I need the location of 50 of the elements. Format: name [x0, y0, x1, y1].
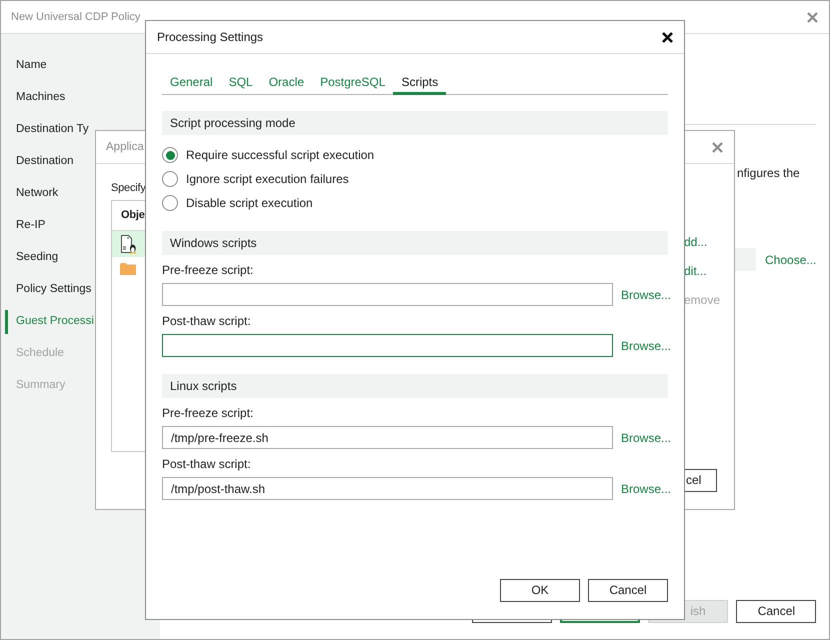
sidebar-item[interactable]: Machines — [5, 86, 66, 110]
window-title: Applica — [106, 140, 144, 155]
cancel-button[interactable]: Cancel — [588, 579, 668, 602]
sidebar-item[interactable]: Name — [5, 54, 47, 78]
radio-button[interactable] — [162, 171, 178, 187]
text-field[interactable] — [162, 334, 613, 357]
text-field[interactable] — [162, 283, 613, 306]
section-header: Windows scripts — [162, 231, 668, 255]
tab[interactable]: PostgreSQL — [312, 69, 394, 95]
field-label: Pre-freeze script: — [162, 262, 254, 278]
sidebar-item[interactable]: Network — [5, 182, 58, 206]
input-field[interactable] — [735, 248, 756, 271]
description-text: nfigures the — [737, 165, 800, 181]
page-penguin-icon — [120, 234, 137, 254]
tab[interactable]: Oracle — [260, 69, 312, 95]
cancel-button[interactable]: Cancel — [736, 600, 816, 623]
sidebar-item[interactable]: Policy Settings — [5, 278, 92, 302]
browse-link[interactable]: Browse... — [621, 480, 672, 496]
close-icon[interactable] — [662, 32, 673, 42]
section-header: Linux scripts — [162, 374, 668, 398]
text-field[interactable]: /tmp/pre-freeze.sh — [162, 426, 613, 449]
tab[interactable]: SQL — [220, 69, 261, 95]
action-link[interactable]: dd... — [684, 234, 708, 250]
radio-label[interactable]: Disable script execution — [186, 195, 313, 211]
sidebar-item[interactable]: Re-IP — [5, 214, 46, 238]
tab[interactable]: General — [162, 69, 221, 95]
text-field[interactable]: /tmp/post-thaw.sh — [162, 477, 613, 500]
radio-label[interactable]: Ignore script execution failures — [186, 171, 349, 187]
window-title: Processing Settings — [157, 29, 264, 45]
browse-link[interactable]: Browse... — [621, 430, 672, 446]
field-label: Post-thaw script: — [162, 456, 251, 472]
sidebar-item[interactable]: Seeding — [5, 246, 58, 270]
sidebar-item[interactable]: Destination — [5, 150, 74, 174]
browse-link[interactable]: Browse... — [621, 338, 672, 354]
folder-icon — [120, 263, 136, 275]
choose-link[interactable]: Choose... — [765, 252, 816, 268]
action-link[interactable]: dit... — [684, 263, 707, 279]
radio-button[interactable] — [162, 147, 178, 163]
field-label: Post-thaw script: — [162, 313, 251, 329]
window-title: New Universal CDP Policy — [11, 10, 140, 25]
radio-label[interactable]: Require successful script execution — [186, 147, 374, 163]
tab[interactable]: Scripts — [393, 69, 446, 95]
browse-link[interactable]: Browse... — [621, 286, 672, 302]
ok-button[interactable]: OK — [500, 579, 580, 602]
sidebar-item[interactable]: Destination Ty — [5, 118, 89, 142]
field-label: Pre-freeze script: — [162, 405, 254, 421]
section-header: Script processing mode — [162, 111, 668, 135]
list-row[interactable] — [112, 231, 147, 257]
radio-button[interactable] — [162, 195, 178, 211]
instruction-text: Specify — [111, 181, 146, 196]
